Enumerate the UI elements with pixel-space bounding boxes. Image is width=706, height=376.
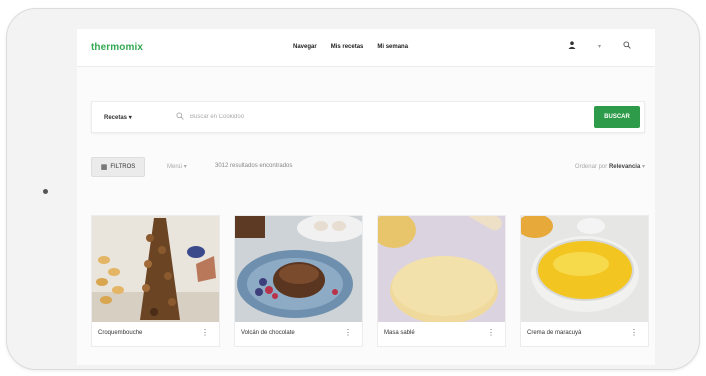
chevron-down-icon: ▾ bbox=[183, 164, 187, 170]
recipe-image-volcan-de-chocolate[interactable] bbox=[235, 216, 362, 322]
search-icon bbox=[176, 112, 184, 122]
search-input[interactable] bbox=[190, 110, 490, 124]
search-icon[interactable] bbox=[623, 41, 631, 51]
nav-icons: ▾ bbox=[568, 41, 631, 51]
filters-button-label: FILTROS bbox=[110, 164, 136, 170]
search-button[interactable]: BUSCAR bbox=[594, 106, 640, 128]
recipe-image-crema-de-maracuya[interactable] bbox=[521, 216, 648, 322]
more-options-icon[interactable]: ⋮ bbox=[487, 328, 495, 337]
more-options-icon[interactable]: ⋮ bbox=[201, 328, 209, 337]
recipe-cards: Croquembouche ⋮ Volcán de chocolate ⋮ Ma… bbox=[91, 215, 649, 355]
nav-links: Navegar Mis recetas Mi semana bbox=[293, 44, 408, 50]
user-icon[interactable] bbox=[568, 41, 576, 51]
recipe-card[interactable]: Crema de maracuyá ⋮ bbox=[520, 215, 649, 347]
nav-link-navegar[interactable]: Navegar bbox=[293, 44, 317, 50]
sort-label: Ordenar por bbox=[574, 164, 608, 170]
chevron-down-icon[interactable]: ▾ bbox=[598, 43, 601, 50]
nav-link-mis-recetas[interactable]: Mis recetas bbox=[331, 44, 364, 50]
search-bar: Recetas ▾ BUSCAR bbox=[91, 101, 645, 133]
chevron-down-icon: ▾ bbox=[641, 164, 645, 170]
home-button[interactable] bbox=[43, 189, 48, 194]
category-select[interactable]: Recetas ▾ bbox=[104, 114, 132, 121]
tablet-frame: thermomix Navegar Mis recetas Mi semana … bbox=[6, 8, 700, 370]
sort-select[interactable]: Ordenar por Relevancia ▾ bbox=[575, 163, 645, 170]
more-options-icon[interactable]: ⋮ bbox=[344, 328, 352, 337]
app-screen: thermomix Navegar Mis recetas Mi semana … bbox=[77, 29, 655, 365]
nav-link-mi-semana[interactable]: Mi semana bbox=[377, 44, 408, 50]
filters-row: ▦ FILTROS Menú ▾ 3012 resultados encontr… bbox=[91, 157, 645, 177]
brand-logo[interactable]: thermomix bbox=[91, 42, 143, 53]
more-options-icon[interactable]: ⋮ bbox=[630, 328, 638, 337]
chevron-down-icon: ▾ bbox=[128, 115, 132, 121]
menu-select[interactable]: Menú ▾ bbox=[167, 163, 187, 170]
recipe-card[interactable]: Croquembouche ⋮ bbox=[91, 215, 220, 347]
top-navbar: thermomix Navegar Mis recetas Mi semana … bbox=[77, 29, 655, 67]
recipe-card[interactable]: Masa sablé ⋮ bbox=[377, 215, 506, 347]
recipe-image-masa-sable[interactable] bbox=[378, 216, 505, 322]
menu-select-label: Menú bbox=[167, 164, 183, 170]
sort-value: Relevancia bbox=[608, 164, 641, 170]
results-count: 3012 resultados encontrados bbox=[215, 163, 293, 169]
grid-icon: ▦ bbox=[100, 164, 108, 171]
category-select-label: Recetas bbox=[104, 115, 128, 121]
recipe-title[interactable]: Volcán de chocolate bbox=[241, 330, 295, 336]
recipe-title[interactable]: Masa sablé bbox=[384, 330, 415, 336]
filters-button[interactable]: ▦ FILTROS bbox=[91, 157, 145, 177]
recipe-title[interactable]: Crema de maracuyá bbox=[527, 330, 581, 336]
recipe-card[interactable]: Volcán de chocolate ⋮ bbox=[234, 215, 363, 347]
recipe-image-croquembouche[interactable] bbox=[92, 216, 219, 322]
recipe-title[interactable]: Croquembouche bbox=[98, 330, 142, 336]
